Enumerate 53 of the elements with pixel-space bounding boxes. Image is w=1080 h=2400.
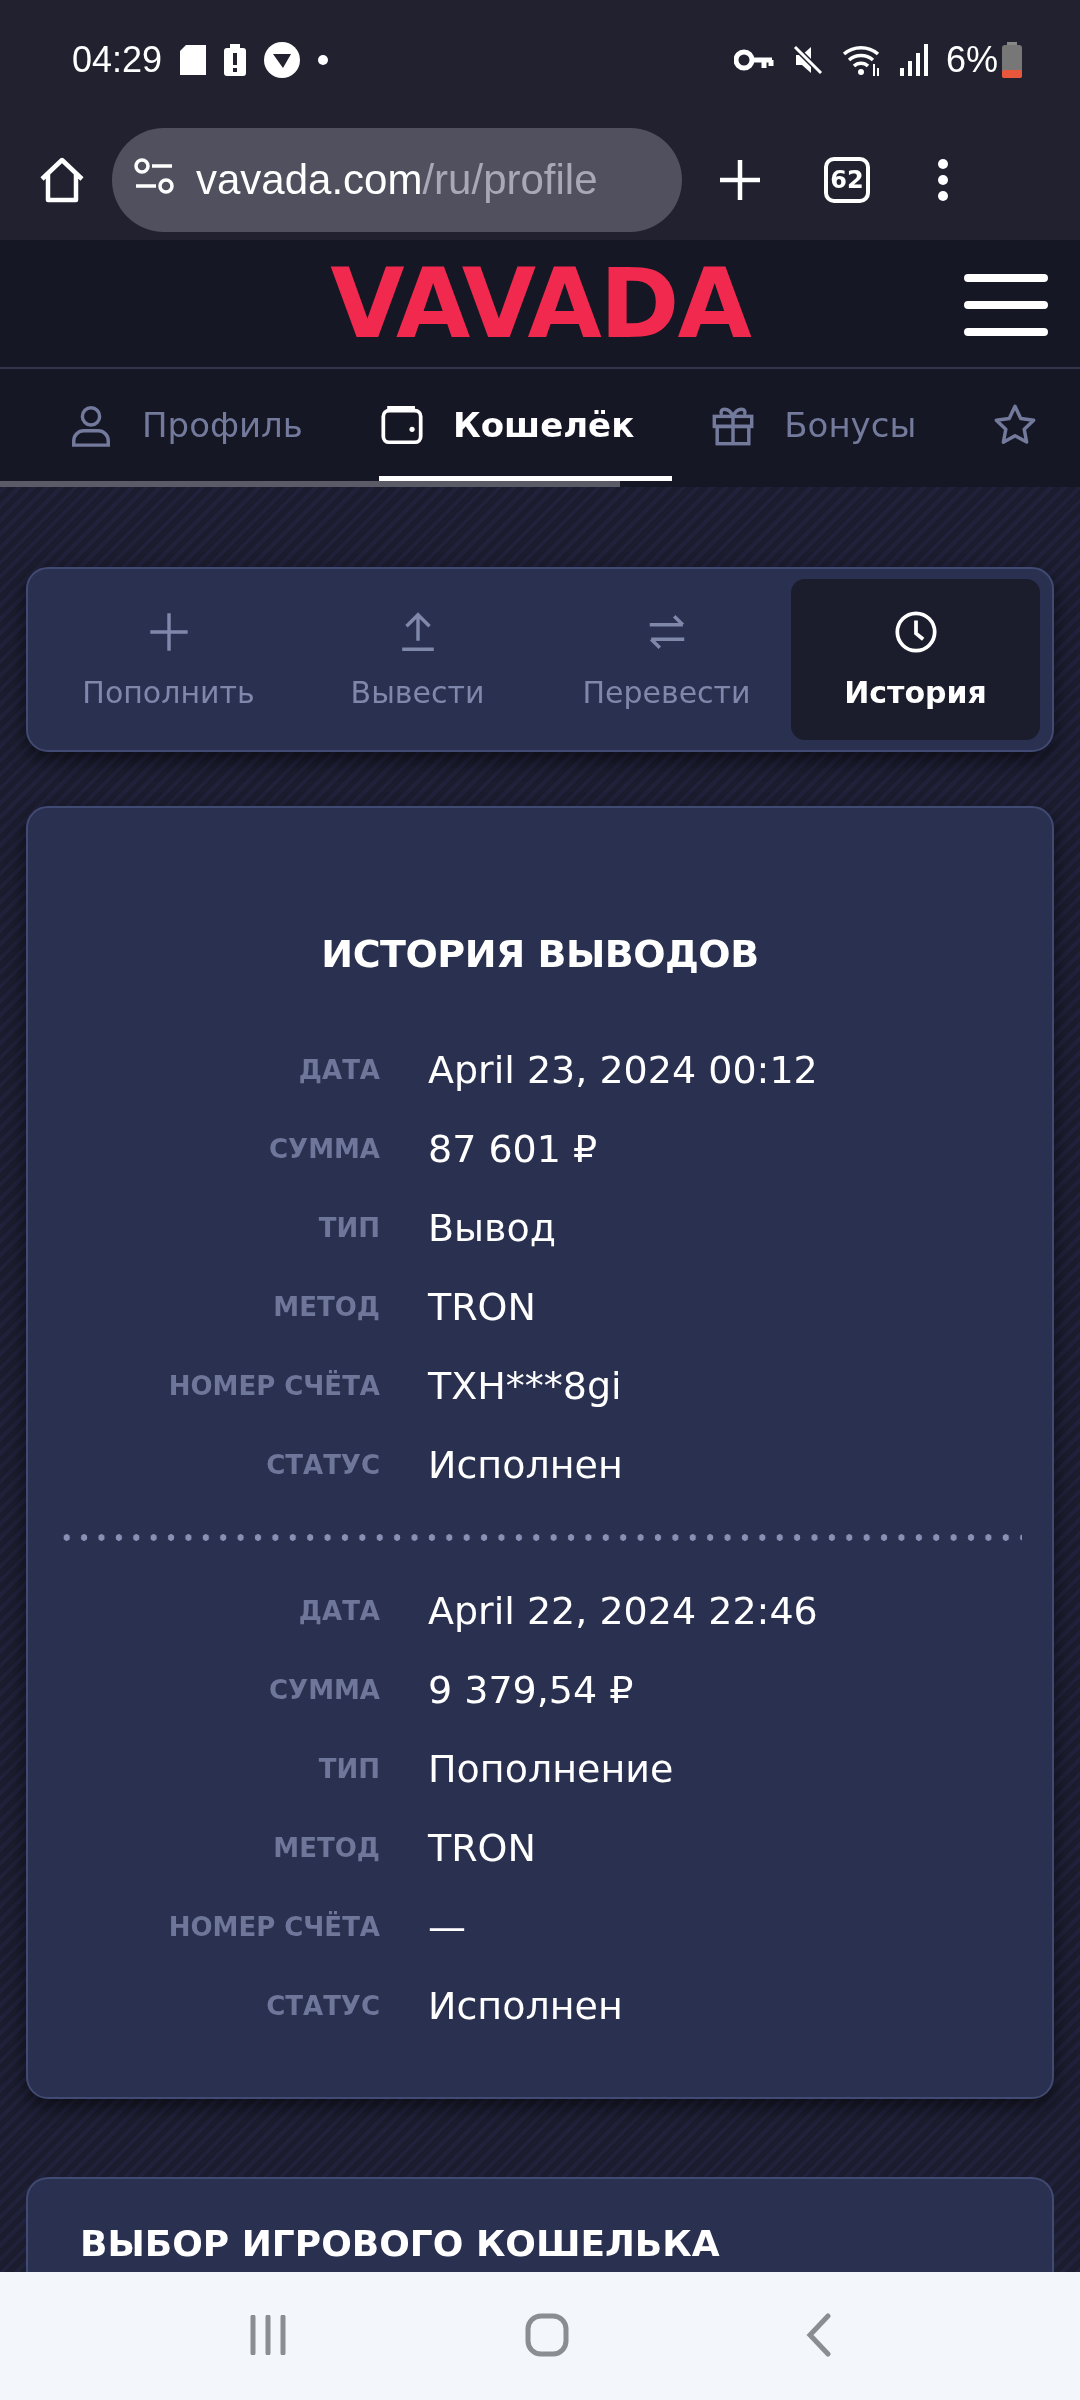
- site-logo: VAVADA: [330, 255, 750, 352]
- signal-icon: [899, 44, 928, 76]
- alert-icon: [224, 44, 247, 76]
- new-tab-button[interactable]: [718, 158, 762, 202]
- more-menu-icon[interactable]: [936, 158, 950, 202]
- back-button[interactable]: [805, 2312, 832, 2360]
- field-label: ТИП: [317, 1753, 380, 1784]
- address-bar[interactable]: vavada.com/ru/profile: [112, 128, 682, 232]
- key-icon: [733, 48, 774, 72]
- sd-card-icon: [180, 45, 207, 75]
- field-label: ДАТА: [297, 1595, 380, 1626]
- clock-icon: [892, 609, 939, 655]
- field-value: TRON: [428, 1825, 537, 1870]
- profile-tab[interactable]: Профиль: [68, 369, 341, 481]
- field-label: НОМЕР СЧЁТА: [167, 1911, 380, 1942]
- field-value: April 23, 2024 00:12: [428, 1047, 819, 1092]
- field-label: ТИП: [317, 1212, 380, 1243]
- wallet-action-tab[interactable]: История: [791, 579, 1040, 740]
- field-label: СУММА: [268, 1674, 380, 1705]
- dot-icon: [318, 55, 329, 65]
- field-value: —: [428, 1904, 467, 1949]
- field-value: Исполнен: [428, 1983, 624, 2028]
- field-value: TXH***8gi: [428, 1363, 623, 1408]
- section-title: ИСТОРИЯ ВЫВОДОВ: [320, 932, 760, 976]
- home-button[interactable]: [38, 157, 86, 203]
- field-value: Исполнен: [428, 1442, 624, 1487]
- field-label: СТАТУС: [265, 1990, 380, 2021]
- url-text: vavada.com/ru/profile: [196, 156, 598, 204]
- wifi-icon: [841, 44, 882, 76]
- wallet-action-tab[interactable]: Перевести: [542, 579, 791, 740]
- location-icon: [264, 42, 301, 78]
- mute-icon: [791, 44, 824, 76]
- field-label: ДАТА: [297, 1054, 380, 1085]
- field-value: Пополнение: [428, 1746, 675, 1791]
- clock-time: 04:29: [72, 39, 163, 81]
- recent-apps-button[interactable]: [248, 2314, 289, 2358]
- field-label: СТАТУС: [265, 1449, 380, 1480]
- section-title: ВЫБОР ИГРОВОГО КОШЕЛЬКА: [80, 2223, 721, 2264]
- field-label: МЕТОД: [272, 1832, 380, 1863]
- profile-tab[interactable]: Бонусы: [710, 369, 955, 481]
- field-value: 9 379,54 ₽: [428, 1667, 635, 1712]
- battery-icon: [1002, 42, 1022, 78]
- wallet-action-tab[interactable]: Пополнить: [44, 579, 293, 740]
- field-value: TRON: [428, 1284, 537, 1329]
- wallet-action-tab[interactable]: Вывести: [293, 579, 542, 740]
- field-label: МЕТОД: [272, 1291, 380, 1322]
- tab-count-button[interactable]: 62: [824, 157, 870, 203]
- field-label: СУММА: [268, 1133, 380, 1164]
- field-value: April 22, 2024 22:46: [428, 1588, 819, 1633]
- battery-percent: 6%: [945, 39, 998, 81]
- field-label: НОМЕР СЧЁТА: [167, 1370, 380, 1401]
- field-value: 87 601 ₽: [428, 1126, 599, 1171]
- field-value: Вывод: [428, 1205, 557, 1250]
